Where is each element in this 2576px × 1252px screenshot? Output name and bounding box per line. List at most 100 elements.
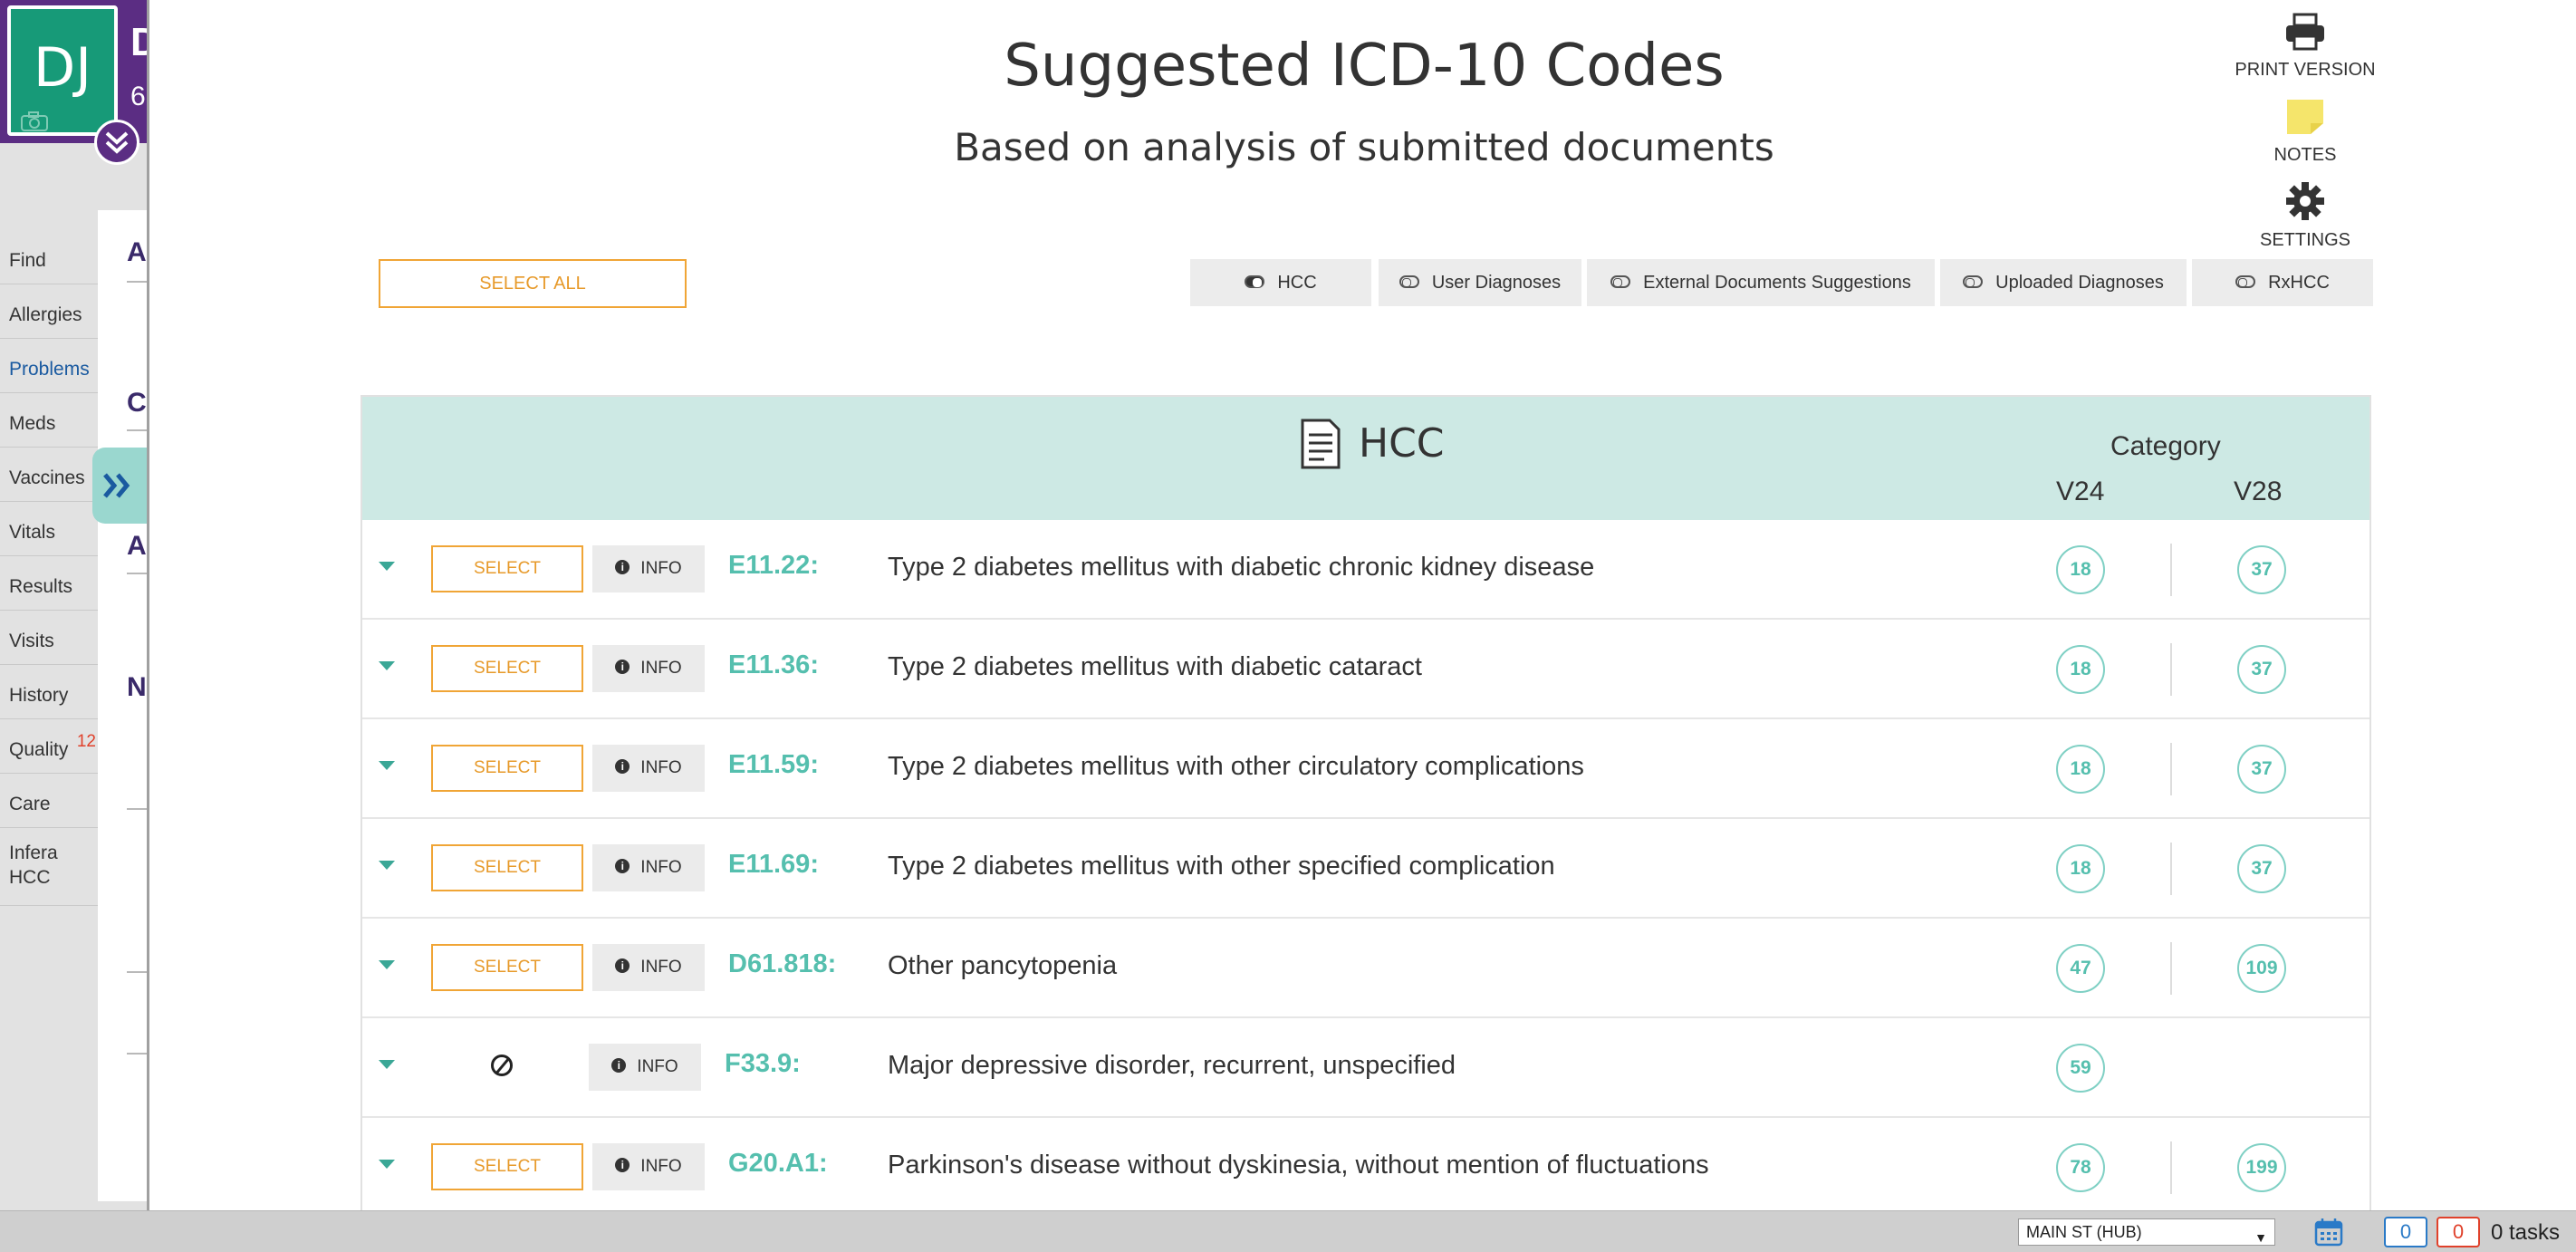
select-button[interactable]: SELECT — [431, 844, 583, 891]
location-select[interactable]: MAIN ST (HUB) ▼ — [2018, 1218, 2275, 1246]
double-chevron-right-icon — [103, 473, 130, 498]
info-label: INFO — [640, 1157, 682, 1176]
v24-category-badge: 47 — [2056, 944, 2105, 993]
info-button[interactable]: i INFO — [592, 944, 705, 991]
info-button[interactable]: i INFO — [592, 645, 705, 692]
select-button[interactable]: SELECT — [431, 545, 583, 592]
sidebar-item-meds[interactable]: Meds — [0, 393, 98, 448]
sidebar-item-care[interactable]: Care — [0, 774, 98, 828]
chevron-down-icon[interactable] — [379, 1060, 395, 1069]
icd-code: E11.22: — [728, 551, 819, 580]
info-button[interactable]: i INFO — [589, 1044, 701, 1091]
alert-count[interactable]: 0 — [2437, 1217, 2480, 1247]
avatar[interactable]: DJ — [7, 5, 118, 136]
info-icon: i — [615, 859, 630, 874]
icd10-suggestions-panel: Suggested ICD-10 Codes Based on analysis… — [147, 0, 2576, 1210]
column-divider — [2170, 743, 2172, 795]
info-icon: i — [615, 660, 630, 675]
v28-category-badge: 199 — [2237, 1143, 2286, 1192]
underlay-heading: N — [127, 672, 147, 702]
select-button[interactable]: SELECT — [431, 645, 583, 692]
chevron-down-icon[interactable] — [379, 661, 395, 670]
select-button[interactable]: SELECT — [431, 745, 583, 792]
icd-description: Type 2 diabetes mellitus with other spec… — [888, 852, 1555, 881]
sidebar-item-history[interactable]: History — [0, 665, 98, 719]
filter-user-diagnoses[interactable]: User Diagnoses — [1379, 259, 1581, 306]
sidebar-item-label: Quality — [9, 739, 69, 760]
sidebar-item-find[interactable]: Find — [0, 230, 98, 284]
settings-button[interactable]: SETTINGS — [2215, 181, 2396, 251]
v24-category-badge: 18 — [2056, 844, 2105, 893]
sidebar-item-infera-hcc[interactable]: Infera HCC — [0, 828, 98, 906]
filter-external-documents[interactable]: External Documents Suggestions — [1587, 259, 1935, 306]
icd-description: Other pancytopenia — [888, 951, 1118, 980]
info-button[interactable]: i INFO — [592, 1143, 705, 1190]
printer-icon — [2286, 13, 2324, 51]
sticky-note-icon — [2287, 100, 2323, 134]
calendar-icon[interactable] — [2313, 1217, 2344, 1247]
double-chevron-down-icon — [105, 131, 129, 154]
icd-description: Major depressive disorder, recurrent, un… — [888, 1051, 1456, 1080]
underlay-rule — [127, 1053, 147, 1055]
chevron-down-icon[interactable] — [379, 861, 395, 870]
patient-subtitle: 6 — [130, 82, 146, 111]
sidebar-nav: Find Allergies Problems Meds Vaccines Vi… — [0, 230, 98, 906]
info-button[interactable]: i INFO — [592, 545, 705, 592]
info-label: INFO — [637, 1057, 678, 1076]
chevron-down-icon[interactable] — [379, 761, 395, 770]
sidebar-item-problems[interactable]: Problems — [0, 339, 98, 393]
column-divider — [2170, 843, 2172, 895]
info-button[interactable]: i INFO — [592, 745, 705, 792]
location-value: MAIN ST (HUB) — [2026, 1223, 2142, 1241]
info-icon: i — [615, 560, 630, 575]
sidebar-item-quality[interactable]: Quality 12 — [0, 719, 98, 774]
sidebar-item-visits[interactable]: Visits — [0, 611, 98, 665]
camera-icon[interactable] — [20, 111, 49, 132]
underlay-rule — [127, 971, 147, 973]
underlay-rule — [127, 281, 147, 283]
gear-icon — [2286, 182, 2324, 220]
table-row: SELECT i INFO D61.818: Other pancytopenia… — [362, 919, 2369, 1018]
filter-rxhcc[interactable]: RxHCC — [2192, 259, 2373, 306]
print-version-button[interactable]: PRINT VERSION — [2215, 13, 2396, 81]
v24-category-badge: 18 — [2056, 545, 2105, 594]
table-header: HCC Category V24 V28 — [362, 397, 2369, 520]
message-count[interactable]: 0 — [2384, 1217, 2427, 1247]
filter-uploaded-diagnoses[interactable]: Uploaded Diagnoses — [1940, 259, 2187, 306]
sidebar-item-label: Meds — [9, 413, 56, 434]
info-icon: i — [615, 958, 630, 974]
info-button[interactable]: i INFO — [592, 844, 705, 891]
select-all-button[interactable]: SELECT ALL — [379, 259, 687, 308]
table-row: SELECT i INFO E11.36: Type 2 diabetes mel… — [362, 620, 2369, 719]
page-subtitle: Based on analysis of submitted documents — [954, 125, 1774, 169]
icd-code: E11.59: — [728, 750, 819, 779]
left-app-chrome: DJ D 6 Find Allergies Problems Meds Vacc… — [0, 0, 159, 1210]
info-label: INFO — [640, 858, 682, 877]
select-button[interactable]: SELECT — [431, 1143, 583, 1190]
table-row: SELECT i INFO E11.69: Type 2 diabetes mel… — [362, 819, 2369, 919]
underlay-heading: A — [127, 237, 147, 267]
filter-hcc[interactable]: HCC — [1190, 259, 1371, 306]
chevron-down-icon[interactable] — [379, 960, 395, 969]
sidebar-item-label: Results — [9, 576, 73, 597]
table-row: i INFO F33.9: Major depressive disorder, … — [362, 1018, 2369, 1118]
expand-panel-tab[interactable] — [92, 448, 147, 524]
chevron-down-icon[interactable] — [379, 1160, 395, 1169]
toggle-off-icon — [2235, 275, 2256, 289]
sidebar-item-vitals[interactable]: Vitals — [0, 502, 98, 556]
sidebar-item-allergies[interactable]: Allergies — [0, 284, 98, 339]
select-button[interactable]: SELECT — [431, 944, 583, 991]
sidebar-item-vaccines[interactable]: Vaccines — [0, 448, 98, 502]
status-bar: MAIN ST (HUB) ▼ 0 0 0 tasks — [0, 1210, 2576, 1252]
tasks-count[interactable]: 0 tasks — [2491, 1220, 2560, 1246]
chevron-down-icon[interactable] — [379, 562, 395, 571]
sidebar-item-results[interactable]: Results — [0, 556, 98, 611]
notes-button[interactable]: NOTES — [2215, 98, 2396, 166]
expand-patient-button[interactable] — [94, 120, 139, 165]
underlay-rule — [127, 429, 147, 431]
v28-category-badge: 37 — [2237, 645, 2286, 694]
print-version-label: PRINT VERSION — [2235, 60, 2376, 80]
toggle-off-icon — [1963, 275, 1984, 289]
v28-category-badge: 37 — [2237, 545, 2286, 594]
info-icon: i — [615, 1158, 630, 1173]
